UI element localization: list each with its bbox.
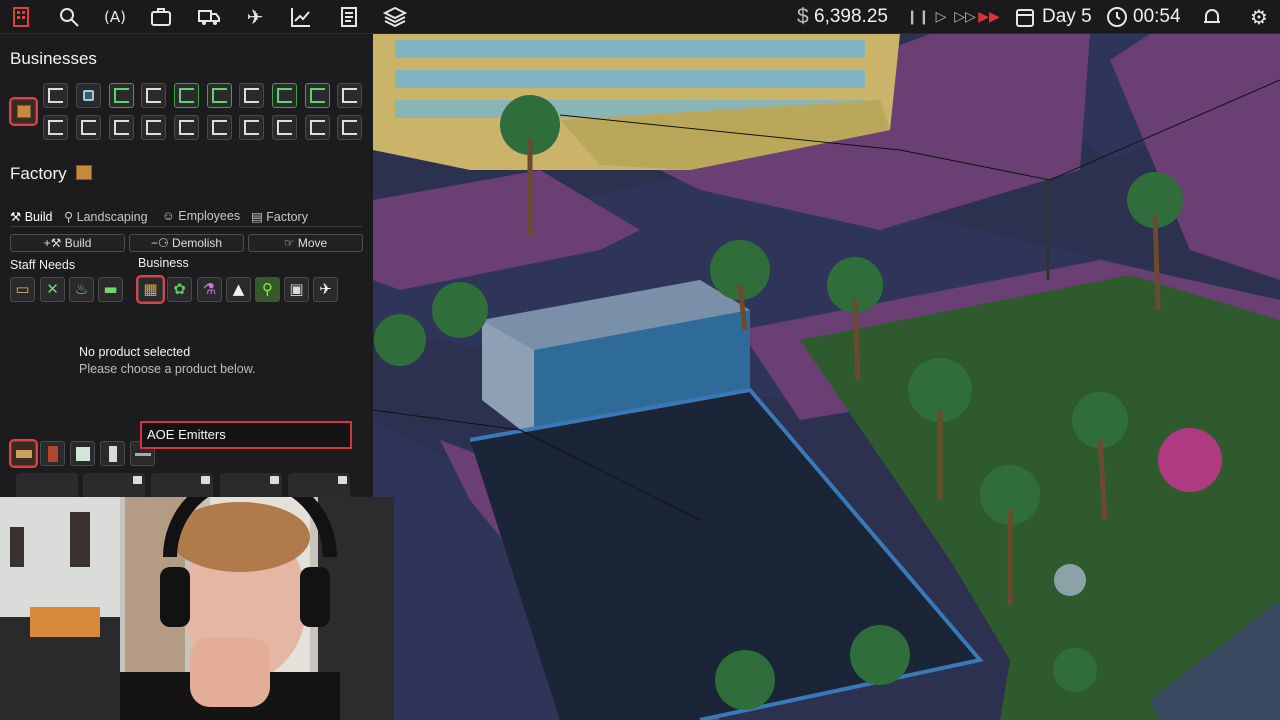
business-slot[interactable] [272, 83, 297, 108]
product-search-input[interactable]: AOE Emitters [140, 421, 352, 449]
flask-icon[interactable]: ⚗ [197, 277, 222, 302]
demolish-icon: −⚆ [150, 236, 173, 250]
factory-box-icon [76, 165, 92, 180]
business-slot[interactable] [76, 83, 101, 108]
layers-icon[interactable] [382, 4, 408, 30]
calendar-icon [1012, 4, 1038, 30]
business-slot[interactable] [207, 115, 232, 140]
demolish-button[interactable]: −⚆ Demolish [129, 234, 244, 252]
tab-divider [10, 226, 362, 227]
tools-icon[interactable]: ✕ [40, 277, 65, 302]
move-icon: ☞ [283, 236, 298, 250]
building-icon: ▤ [251, 210, 267, 224]
business-slot[interactable] [174, 115, 199, 140]
game-clock: 00:54 [1133, 6, 1181, 27]
chart-icon[interactable] [288, 4, 314, 30]
business-slot[interactable] [239, 115, 264, 140]
clock-icon [1104, 4, 1130, 30]
factory-title: Factory [10, 164, 67, 183]
settings-gear-icon[interactable]: ⚙ [1246, 4, 1272, 30]
category-door-icon[interactable] [40, 441, 65, 466]
day-counter: Day 5 [1042, 6, 1092, 27]
runner-icon[interactable]: ⚲ [255, 277, 280, 302]
mountain-icon[interactable]: ▲ [226, 277, 251, 302]
business-slot[interactable] [109, 115, 134, 140]
fastest-forward-icon[interactable]: ▶▶ [976, 4, 1002, 30]
toilet-icon[interactable]: ♨ [69, 277, 94, 302]
lock-icon [270, 476, 279, 484]
search-location-icon[interactable] [56, 4, 82, 30]
play-icon[interactable]: ▷ [928, 4, 954, 30]
business-slot[interactable] [174, 83, 199, 108]
no-product-hint: Please choose a product below. [79, 362, 256, 376]
money-amount: 6,398.25 [814, 6, 888, 27]
ledger-icon[interactable] [336, 4, 362, 30]
game-screen: { "topbar": { "icons": ["business-icon",… [0, 0, 1280, 720]
notifications-bell-icon[interactable] [1199, 4, 1225, 30]
business-label: Business [138, 256, 189, 270]
business-slot[interactable] [337, 115, 362, 140]
tab-factory[interactable]: ▤ Factory [251, 209, 308, 224]
cannabis-icon[interactable]: ✿ [167, 277, 192, 302]
category-crates-icon[interactable] [9, 439, 38, 468]
business-slot[interactable] [239, 83, 264, 108]
lock-icon [338, 476, 347, 484]
no-product-title: No product selected [79, 345, 191, 359]
staff-needs-label: Staff Needs [10, 258, 76, 272]
bed-icon[interactable]: ▬ [98, 277, 123, 302]
category-cabinet-icon[interactable] [100, 441, 125, 466]
tab-build[interactable]: ⚒ Build [10, 209, 52, 224]
delivery-truck-icon[interactable] [196, 4, 222, 30]
businesses-title: Businesses [10, 49, 97, 68]
tab-employees[interactable]: ☺ Employees [162, 209, 240, 223]
business-slot[interactable] [43, 115, 68, 140]
business-slot[interactable] [141, 115, 166, 140]
box-icon[interactable]: ▦ [136, 275, 165, 304]
business-factory-box-icon[interactable] [9, 97, 38, 126]
business-slot[interactable] [272, 115, 297, 140]
hammer-icon: +⚒ [43, 236, 65, 250]
lock-icon [201, 476, 210, 484]
people-icon: ☺ [162, 209, 179, 223]
business-slot[interactable] [305, 83, 330, 108]
business-slot[interactable] [109, 83, 134, 108]
leaf-icon: ⚲ [64, 210, 77, 224]
business-icon[interactable] [8, 4, 34, 30]
tools-icon: ⚒ [10, 210, 25, 224]
marketing-icon[interactable]: (A) [102, 4, 128, 30]
business-slot[interactable] [207, 83, 232, 108]
lock-icon [133, 476, 142, 484]
bus-icon[interactable]: ▣ [284, 277, 309, 302]
business-slot[interactable] [305, 115, 330, 140]
airplane-icon[interactable]: ✈ [242, 4, 268, 30]
tab-landscaping[interactable]: ⚲ Landscaping [64, 209, 148, 224]
tv-icon[interactable]: ▭ [10, 277, 35, 302]
top-bar: (A) ✈ $ 6,398.25 ❙❙ ▷ ▷▷ ▶▶ Day 5 00:54 … [0, 0, 1280, 34]
fast-forward-icon[interactable]: ▷▷ [952, 4, 978, 30]
webcam-overlay [0, 497, 394, 720]
build-button[interactable]: +⚒ Build [10, 234, 125, 252]
currency-symbol: $ [797, 5, 809, 28]
business-slot[interactable] [337, 83, 362, 108]
briefcase-icon[interactable] [148, 4, 174, 30]
business-slot[interactable] [43, 83, 68, 108]
business-slot[interactable] [76, 115, 101, 140]
move-button[interactable]: ☞ Move [248, 234, 363, 252]
business-slot[interactable] [141, 83, 166, 108]
build-sidebar: Businesses Factory ⚒ Build ⚲ Landscaping… [0, 34, 373, 503]
category-panel-icon[interactable] [70, 441, 95, 466]
plane-icon[interactable]: ✈ [313, 277, 338, 302]
